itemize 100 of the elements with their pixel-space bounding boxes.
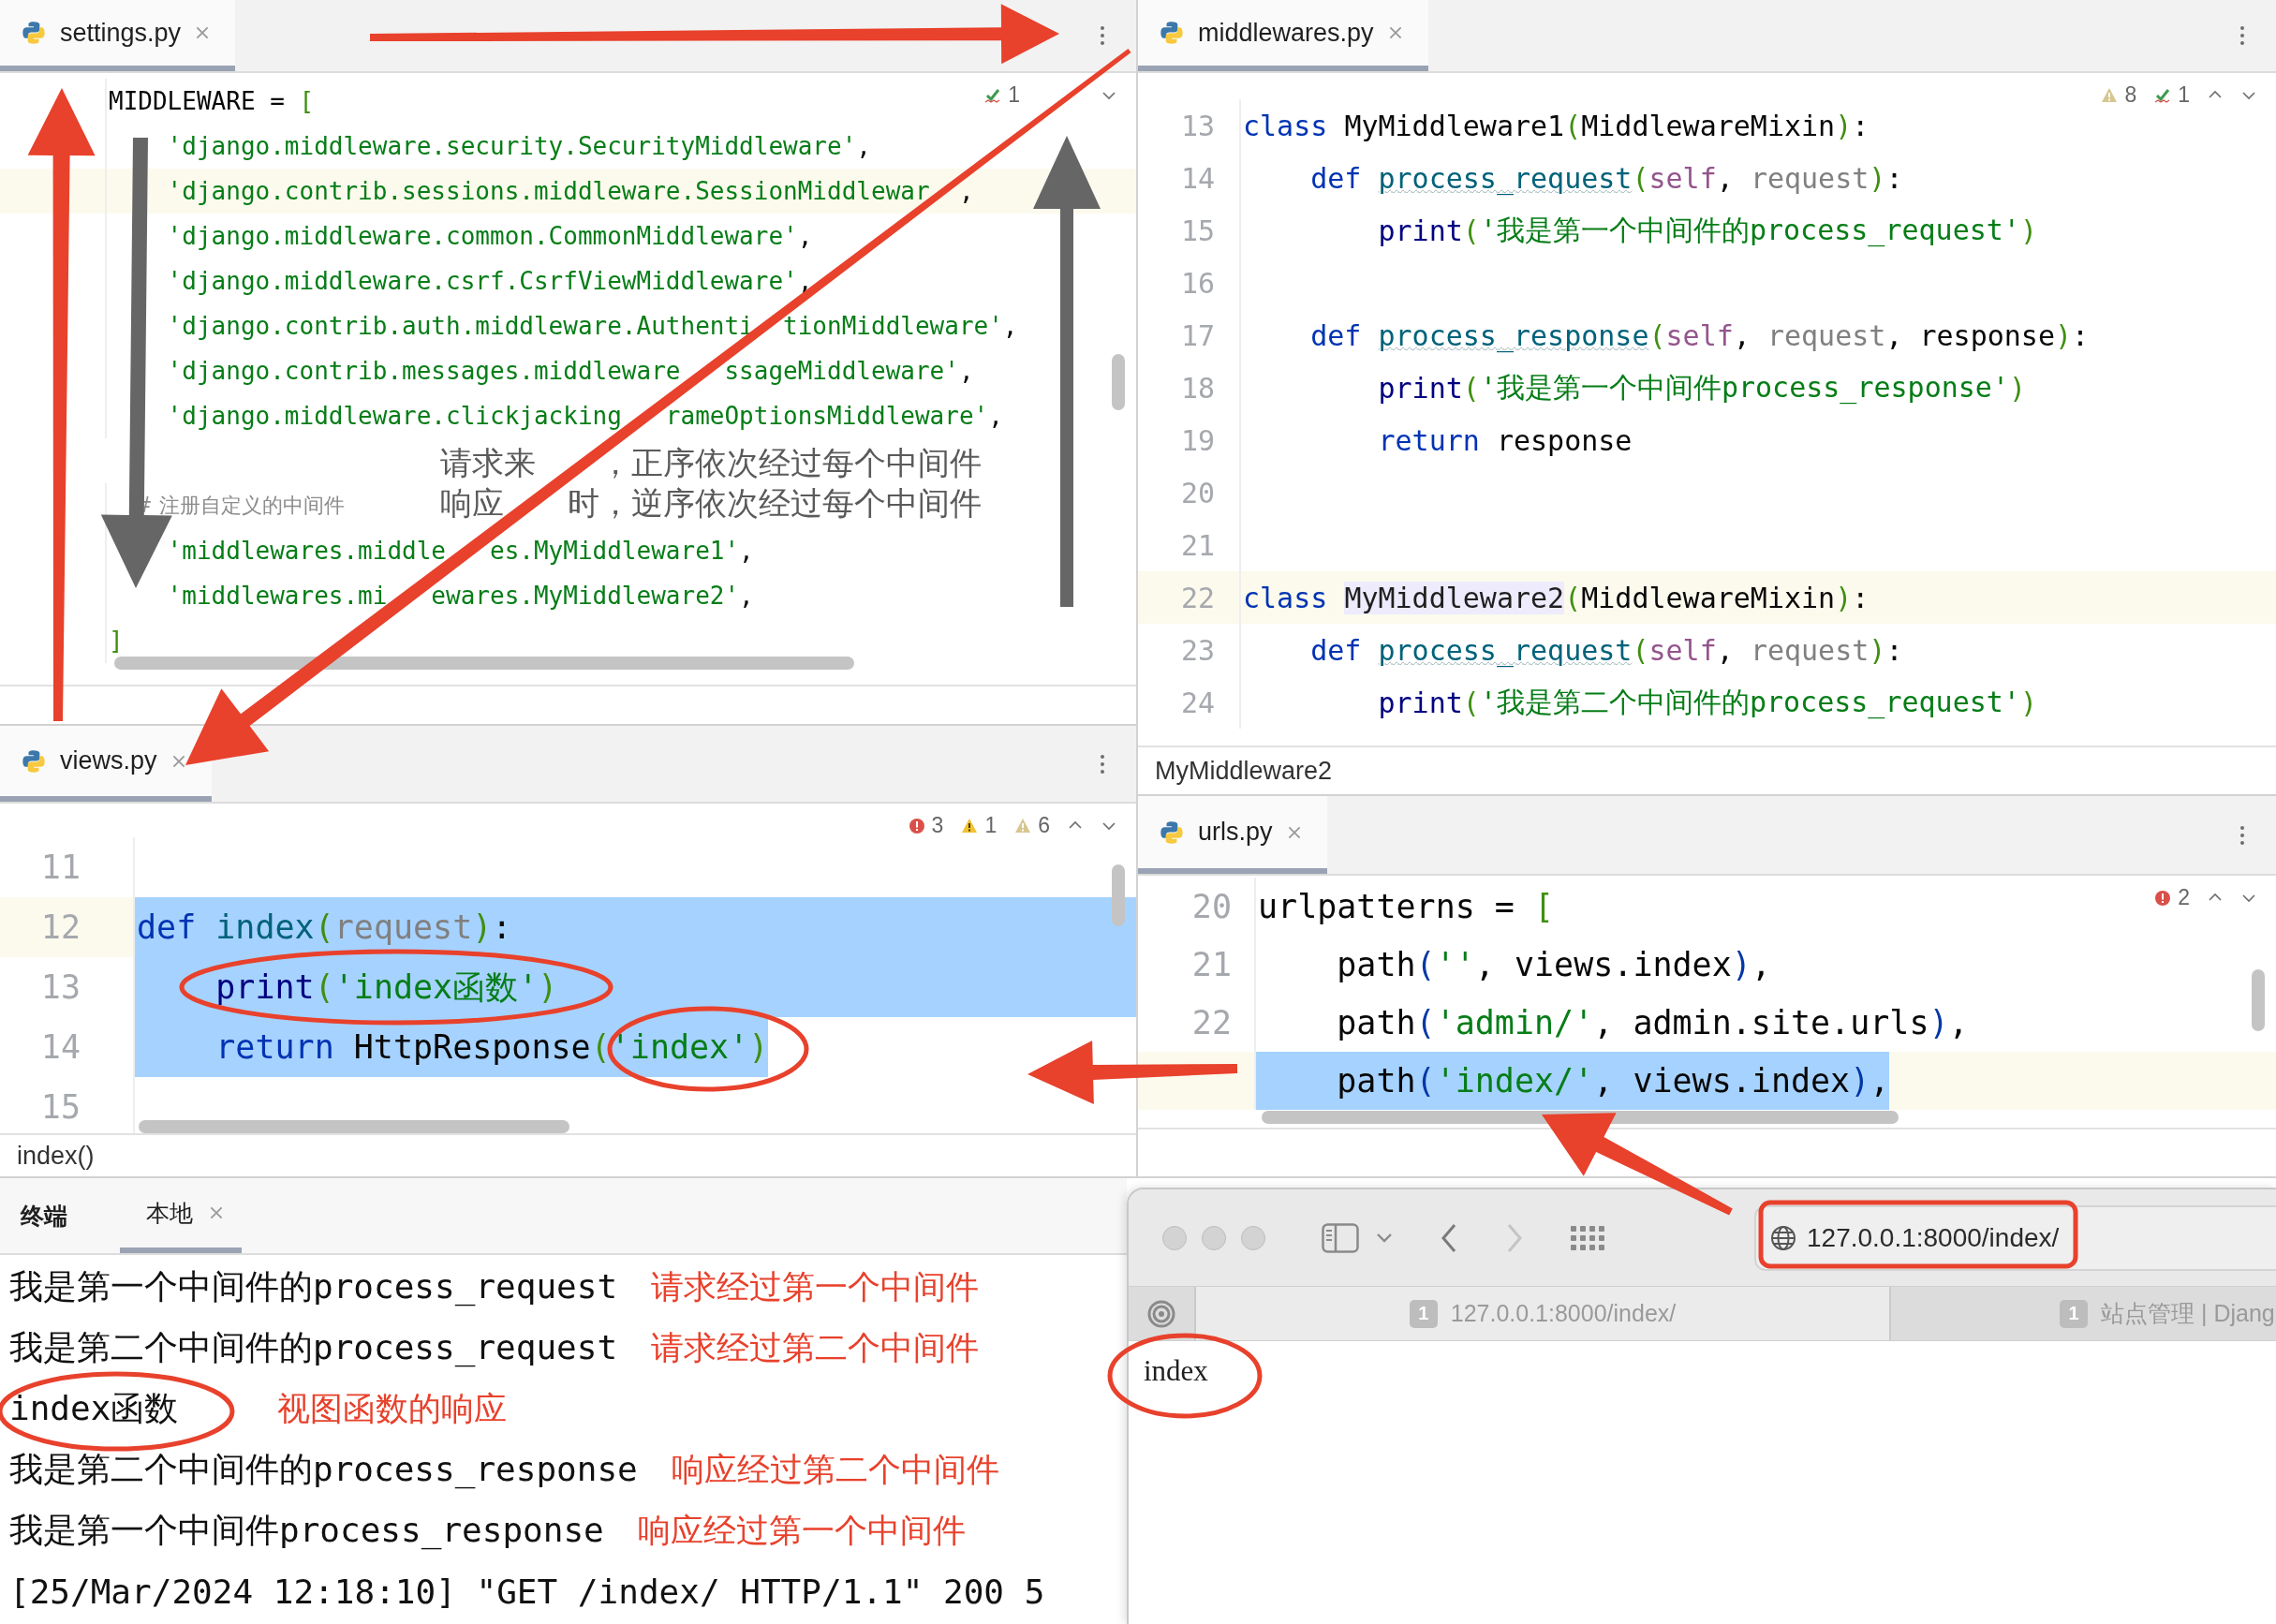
inspection-count[interactable]: 3	[907, 813, 944, 838]
scrollbar[interactable]	[1112, 864, 1125, 926]
more-menu-icon[interactable]	[2239, 824, 2246, 846]
count-badge: 1	[1409, 1299, 1438, 1328]
code-line: path('', views.index),	[1336, 945, 1771, 985]
line-number: 20	[1190, 887, 1233, 927]
scrollbar[interactable]	[2252, 969, 2265, 1031]
terminal-line: 我是第一个中间件process_response	[9, 1510, 604, 1552]
annotation-text: 时，逆序依次经过每个中间件	[568, 483, 982, 524]
chevron-down-icon[interactable]	[1376, 1232, 1393, 1244]
file-tab[interactable]: views.py	[0, 726, 212, 802]
window-control[interactable]	[1202, 1225, 1226, 1250]
line-number: 15	[39, 1087, 81, 1128]
code-line: return response	[1377, 422, 1633, 459]
grid-icon[interactable]	[1571, 1225, 1604, 1250]
code-line: def process_response(self, request, response):	[1309, 317, 2090, 355]
file-tab[interactable]: middlewares.py	[1138, 0, 1428, 71]
code-line: 'middlewares.mi ewares.MyMiddleware2',	[166, 581, 754, 612]
annotation-text: ，正序依次经过每个中间件	[599, 443, 982, 483]
code-line: def process_request(self, request):	[1309, 160, 1903, 198]
line-number: 20	[1179, 475, 1216, 511]
line-number: 13	[39, 967, 81, 1008]
count-badge: 1	[2060, 1299, 2088, 1328]
line-number: 22	[1179, 580, 1216, 616]
python-file-icon	[21, 747, 47, 775]
address-field[interactable]: 127.0.0.1:8000/index/	[1754, 1204, 2276, 1271]
annotation-note: 请求经过第二个中间件	[651, 1328, 980, 1367]
python-file-icon	[21, 20, 47, 46]
terminal-line: index函数	[9, 1388, 179, 1429]
inspection-count[interactable]: 2	[2153, 885, 2190, 910]
breadcrumb[interactable]: index()	[0, 1133, 1136, 1176]
code-line: MIDDLEWARE = [	[108, 86, 315, 117]
warning-icon	[960, 817, 980, 834]
warning-icon	[2100, 86, 2120, 104]
inspection-count[interactable]: 1	[2153, 82, 2190, 108]
line-number: 21	[1179, 527, 1216, 564]
inspection-count[interactable]: 1	[960, 813, 998, 838]
panel-title: 终端	[21, 1201, 67, 1231]
annotation-note: 响应经过第二个中间件	[671, 1450, 999, 1489]
annotation-note: 响应经过第一个中间件	[637, 1511, 966, 1550]
line-number: 17	[1179, 317, 1216, 354]
code-line: 'django.middleware.clickjacking rameOptionsMiddleware',	[166, 401, 1003, 432]
code-line: print('我是第二个中间件的process_request')	[1377, 684, 2037, 721]
terminal-line: [25/Mar/2024 12:18:10] "GET /index/ HTTP/1.1" 200 5	[9, 1572, 1045, 1611]
page-text: index	[1143, 1353, 1208, 1388]
line-number: 24	[1179, 685, 1216, 721]
scrollbar[interactable]	[114, 657, 854, 670]
line-number: 14	[1179, 160, 1216, 197]
code-line: path('admin/', admin.site.urls),	[1336, 1003, 1969, 1043]
line-number: 13	[1179, 108, 1216, 144]
error-icon	[907, 817, 926, 834]
code-line: 'django.middleware.security.SecurityMiddleware',	[166, 131, 871, 162]
python-file-icon	[1159, 819, 1185, 846]
line-number: 23	[1179, 632, 1216, 669]
line-number: 11	[39, 848, 81, 888]
code-line: class MyMiddleware2(MiddlewareMixin):	[1242, 580, 1870, 616]
window-control[interactable]	[1162, 1225, 1187, 1250]
scrollbar[interactable]	[1112, 354, 1125, 410]
inspection-count[interactable]: 1	[983, 82, 1020, 108]
terminal-tab[interactable]: 本地	[120, 1178, 242, 1253]
line-number: 14	[39, 1027, 81, 1068]
python-file-icon	[1159, 20, 1185, 46]
line-number: 21	[1190, 945, 1233, 985]
code-line: def process_request(self, request):	[1309, 632, 1903, 670]
code-line: urlpatterns = [	[1257, 887, 1555, 927]
more-menu-icon[interactable]	[2239, 25, 2246, 46]
code-line: 'django.contrib.messages.middleware ssageMiddleware',	[166, 356, 974, 387]
more-menu-icon[interactable]	[1099, 25, 1106, 46]
annotation-note: 请求经过第一个中间件	[651, 1267, 980, 1307]
file-tab[interactable]: urls.py	[1138, 796, 1327, 874]
inspection-count[interactable]: 8	[2100, 82, 2137, 108]
code-line: 'django.contrib.auth.middleware.Authenti tionMiddleware',	[166, 311, 1018, 342]
globe-icon	[1769, 1223, 1797, 1252]
code-line: 'django.middleware.common.CommonMiddleware',	[166, 221, 813, 252]
line-number: 16	[1179, 265, 1216, 302]
window-control[interactable]	[1241, 1225, 1265, 1250]
line-number: 12	[39, 908, 81, 948]
error-icon	[2153, 889, 2173, 907]
sidebar-icon[interactable]	[1322, 1222, 1359, 1253]
scrollbar[interactable]	[139, 1120, 569, 1133]
code-line: print('我是第一个中间件的process_request')	[1377, 212, 2037, 249]
scrollbar[interactable]	[1262, 1111, 1899, 1124]
code-line: 'django.contrib.sessions.middleware.SessionMiddlewar ,	[166, 176, 974, 207]
breadcrumb[interactable]: MyMiddleware2	[1138, 746, 2276, 794]
terminal-line: 我是第二个中间件的process_request	[9, 1327, 618, 1369]
line-number: 18	[1179, 370, 1216, 406]
more-menu-icon[interactable]	[1099, 753, 1106, 775]
line-number: 22	[1190, 1003, 1233, 1043]
back-icon[interactable]	[1440, 1222, 1458, 1253]
terminal-line: 我是第二个中间件的process_response	[9, 1449, 638, 1491]
line-number: 15	[1179, 213, 1216, 249]
file-tab[interactable]: settings.py	[0, 0, 236, 71]
annotation-text: 请求来	[440, 443, 536, 483]
warning-icon	[1013, 817, 1033, 834]
code-line: print('我是第一个中间件process_response')	[1377, 369, 2027, 406]
code-line: ]	[108, 626, 124, 657]
annotation-text: 响应	[440, 483, 504, 524]
close-icon[interactable]	[208, 1204, 225, 1221]
line-number: 19	[1179, 422, 1216, 459]
inspection-count[interactable]: 6	[1013, 813, 1050, 838]
